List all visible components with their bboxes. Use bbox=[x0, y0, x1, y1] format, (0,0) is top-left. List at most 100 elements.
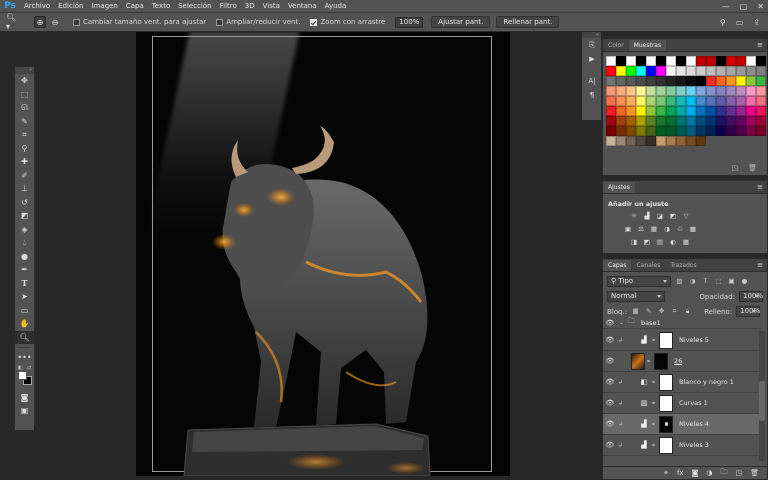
swatch[interactable] bbox=[616, 86, 626, 96]
mask-link-icon[interactable]: ⚭ bbox=[645, 358, 652, 365]
blend-mode-select[interactable]: Normal bbox=[607, 291, 666, 302]
swatch[interactable] bbox=[686, 66, 696, 76]
menu-ventana[interactable]: Ventana bbox=[284, 0, 321, 13]
swatch[interactable] bbox=[646, 126, 656, 136]
crop-tool-icon[interactable]: ⌗ bbox=[15, 128, 34, 142]
swatch[interactable] bbox=[716, 66, 726, 76]
swatch[interactable] bbox=[716, 126, 726, 136]
maximize-icon[interactable]: ▢ bbox=[740, 0, 748, 13]
swatch[interactable] bbox=[736, 126, 746, 136]
swatch[interactable] bbox=[686, 116, 696, 126]
swatch[interactable] bbox=[746, 96, 756, 106]
posterize-icon[interactable]: ◩ bbox=[642, 238, 652, 247]
visibility-eye-icon[interactable]: 👁︎ bbox=[603, 420, 617, 428]
filter-type-icon[interactable]: T bbox=[701, 277, 710, 286]
swatch[interactable] bbox=[666, 106, 676, 116]
swatch[interactable] bbox=[706, 106, 716, 116]
panel-menu-icon[interactable]: ≡ bbox=[757, 261, 763, 269]
vibrance-icon[interactable]: ▽ bbox=[681, 212, 691, 221]
gradient-map-icon[interactable]: ▦ bbox=[681, 238, 691, 247]
swatch[interactable] bbox=[676, 56, 686, 66]
swatch[interactable] bbox=[746, 56, 756, 66]
filter-pixel-icon[interactable]: ▨ bbox=[675, 277, 684, 286]
delete-swatch-icon[interactable]: 🗑︎ bbox=[748, 164, 757, 172]
swatch[interactable] bbox=[606, 76, 616, 86]
visibility-eye-icon[interactable]: 👁︎ bbox=[603, 378, 617, 386]
visibility-eye-icon[interactable]: 👁︎ bbox=[603, 357, 617, 365]
swatch[interactable] bbox=[656, 116, 666, 126]
history-panel-icon[interactable]: ⎘ bbox=[582, 38, 602, 52]
rectangle-tool-icon[interactable]: ▭ bbox=[15, 304, 34, 318]
layer-mask-thumbnail[interactable] bbox=[659, 394, 673, 412]
filter-shape-icon[interactable]: ⬚ bbox=[714, 277, 723, 286]
swatch[interactable] bbox=[756, 106, 766, 116]
swatch[interactable] bbox=[746, 66, 756, 76]
swatch[interactable] bbox=[666, 116, 676, 126]
new-group-icon[interactable]: 🗀︎ bbox=[720, 468, 727, 479]
layer-row[interactable]: 👁︎ ⚭ 26 bbox=[603, 351, 761, 372]
swatch[interactable] bbox=[636, 86, 646, 96]
swatch[interactable] bbox=[756, 66, 766, 76]
brightness-contrast-icon[interactable]: ☼ bbox=[629, 212, 639, 221]
swatch[interactable] bbox=[706, 96, 716, 106]
swatch[interactable] bbox=[606, 136, 616, 146]
menu-filtro[interactable]: Filtro bbox=[216, 0, 241, 13]
blur-tool-icon[interactable]: 💧︎ bbox=[15, 236, 34, 250]
swatch[interactable] bbox=[706, 66, 716, 76]
swatch[interactable] bbox=[626, 116, 636, 126]
zoom-tool-icon[interactable]: 🔍︎ bbox=[15, 330, 34, 344]
exposure-icon[interactable]: ◩ bbox=[668, 212, 678, 221]
workspace-icon[interactable]: ▭ bbox=[736, 18, 744, 27]
filter-type-select[interactable]: ⚲ Tipo bbox=[607, 276, 671, 287]
quick-mask-icon[interactable]: ◙ bbox=[15, 391, 34, 405]
swatch[interactable] bbox=[666, 86, 676, 96]
visibility-eye-icon[interactable]: 👁︎ bbox=[603, 319, 617, 327]
zoom-all-windows-checkbox[interactable]: Ampliar/reducir vent. bbox=[216, 18, 300, 26]
swatch[interactable] bbox=[606, 56, 616, 66]
link-layers-icon[interactable]: ⚭ bbox=[663, 469, 669, 477]
layer-thumbnail[interactable] bbox=[631, 352, 645, 370]
layer-row[interactable]: 👁︎ ↲ ▟ ⚭ Niveles 5 bbox=[603, 330, 761, 351]
tab-capas[interactable]: Capas bbox=[603, 260, 632, 271]
swatch[interactable] bbox=[746, 116, 756, 126]
selective-color-icon[interactable]: ◐ bbox=[668, 238, 678, 247]
swatch[interactable] bbox=[676, 106, 686, 116]
fill-field[interactable]: 100% bbox=[736, 306, 760, 317]
search-icon[interactable]: ⚲ bbox=[720, 18, 726, 27]
swatch[interactable] bbox=[606, 96, 616, 106]
swatch[interactable] bbox=[616, 96, 626, 106]
screen-mode-icon[interactable]: ▣ bbox=[15, 404, 34, 418]
layer-row[interactable]: 👁︎ ↲ ▟ ⚭ Niveles 4 bbox=[603, 414, 761, 435]
brush-tool-icon[interactable]: ✐ bbox=[15, 169, 34, 183]
swatch[interactable] bbox=[696, 66, 706, 76]
swatch[interactable] bbox=[716, 106, 726, 116]
marquee-tool-icon[interactable]: ⬚ bbox=[15, 88, 34, 102]
layer-style-icon[interactable]: fx bbox=[677, 469, 684, 477]
swatch[interactable] bbox=[656, 106, 666, 116]
swatch[interactable] bbox=[646, 116, 656, 126]
swatch[interactable] bbox=[726, 56, 736, 66]
menu-vista[interactable]: Vista bbox=[259, 0, 284, 13]
color-swatches[interactable]: ◧ ⇄ bbox=[15, 365, 34, 391]
swatch[interactable] bbox=[696, 106, 706, 116]
swatch[interactable] bbox=[726, 76, 736, 86]
color-lookup-icon[interactable]: ▩ bbox=[688, 225, 698, 234]
layer-mask-thumbnail[interactable] bbox=[654, 352, 668, 370]
swatch[interactable] bbox=[606, 66, 616, 76]
new-adjustment-icon[interactable]: ◑ bbox=[706, 469, 712, 477]
swatch[interactable] bbox=[606, 126, 616, 136]
menu-3d[interactable]: 3D bbox=[241, 0, 259, 13]
visibility-eye-icon[interactable]: 👁︎ bbox=[603, 336, 617, 344]
curves-icon[interactable]: ◪ bbox=[655, 212, 665, 221]
swatch[interactable] bbox=[696, 56, 706, 66]
layer-mask-thumbnail[interactable] bbox=[659, 373, 673, 391]
swatch[interactable] bbox=[626, 106, 636, 116]
levels-icon[interactable]: ▟ bbox=[642, 212, 652, 221]
channel-mixer-icon[interactable]: ♲ bbox=[675, 225, 685, 234]
layer-row[interactable]: 👁︎ ↲ ◧ ⚭ Blanco y negro 1 bbox=[603, 372, 761, 393]
layer-row[interactable]: 👁︎ ↲ ▨ ⚭ Curvas 1 bbox=[603, 393, 761, 414]
swatch[interactable] bbox=[696, 136, 706, 146]
swap-colors-icon[interactable]: ⇄ bbox=[27, 365, 31, 371]
swatch[interactable] bbox=[686, 76, 696, 86]
swatch[interactable] bbox=[746, 126, 756, 136]
